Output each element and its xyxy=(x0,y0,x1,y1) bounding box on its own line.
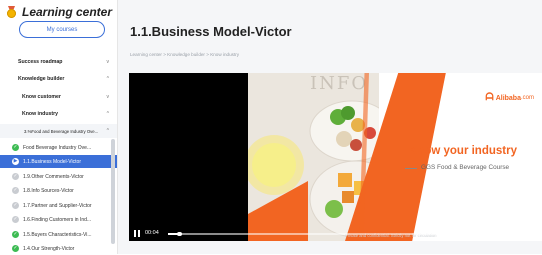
video-subheadline: GGS Food & Beverage Course xyxy=(421,164,510,171)
video-player[interactable]: INFO ᗩ Alibaba .com Know your industry G… xyxy=(129,73,542,241)
alibaba-icon: ᗩ xyxy=(485,92,494,103)
logo[interactable]: Learning center xyxy=(6,3,112,21)
lesson-item[interactable]: ✓ 1.4.Our Strength-Victor xyxy=(0,242,117,255)
nav-label: Know customer xyxy=(22,93,61,100)
check-icon: ✓ xyxy=(12,231,19,238)
nav-knowledge-builder[interactable]: Knowledge builder ^ xyxy=(0,72,117,85)
lesson-label: Food Beverage Industry Ove... xyxy=(23,144,92,151)
lesson-label: 1.8.Info Sources-Victor xyxy=(23,187,74,194)
nav-label: Success roadmap xyxy=(18,58,63,65)
page-title: 1.1.Business Model-Victor xyxy=(130,24,292,39)
check-icon: ✓ xyxy=(12,173,19,180)
nav-know-industry[interactable]: Know industry ^ xyxy=(0,107,117,120)
lesson-item[interactable]: ✓ 1.5.Buyers Characteristics-Vi... xyxy=(0,228,117,241)
lesson-item[interactable]: ✓ 1.6.Finding Customers in Ind... xyxy=(0,213,117,226)
lesson-item[interactable]: ✓ 1.7.Partner and Supplier-Victor xyxy=(0,199,117,212)
nav-label: 3.%Food and Beverage Industry Ove... xyxy=(24,128,99,134)
lesson-item[interactable]: ✓ Food Beverage Industry Ove... xyxy=(0,141,117,154)
pause-icon[interactable] xyxy=(134,230,140,237)
divider xyxy=(405,168,417,169)
play-icon: ▶ xyxy=(12,158,19,165)
medal-icon xyxy=(6,6,17,18)
alibaba-logo: ᗩ Alibaba .com xyxy=(485,93,534,103)
check-icon: ✓ xyxy=(12,245,19,252)
lesson-label: 1.5.Buyers Characteristics-Vi... xyxy=(23,231,92,238)
nav-know-customer[interactable]: Know customer v xyxy=(0,90,117,103)
logo-text: Learning center xyxy=(22,5,113,19)
lesson-label: 1.1.Business Model-Victor xyxy=(23,158,81,165)
nav-success-roadmap[interactable]: Success roadmap v xyxy=(0,55,117,68)
lesson-label: 1.4.Our Strength-Victor xyxy=(23,245,75,252)
my-courses-button[interactable]: My courses xyxy=(19,21,105,38)
main-content: 1.1.Business Model-Victor Learning cente… xyxy=(118,0,542,254)
nav-course-group[interactable]: 3.%Food and Beverage Industry Ove... ^ xyxy=(0,124,117,138)
sidebar-scrollbar[interactable] xyxy=(111,139,115,244)
nav-label: Knowledge builder xyxy=(18,75,65,82)
check-icon: ✓ xyxy=(12,202,19,209)
time-display: 00:04 xyxy=(145,230,159,236)
lesson-label: 1.6.Finding Customers in Ind... xyxy=(23,216,92,223)
check-icon: ✓ xyxy=(12,144,19,151)
lesson-item[interactable]: ✓ 1.9.Other Comments-Victor xyxy=(0,170,117,183)
sidebar: Learning center My courses Success roadm… xyxy=(0,0,118,254)
chevron-down-icon: v xyxy=(106,93,110,100)
video-controls: 00:04 xyxy=(129,227,542,241)
lesson-label: 1.9.Other Comments-Victor xyxy=(23,173,84,180)
brand-suffix: .com xyxy=(520,95,534,101)
progress-knob[interactable] xyxy=(177,231,182,236)
video-headline: Know your industry xyxy=(409,145,517,157)
nav-label: Know industry xyxy=(22,110,59,117)
brand-name: Alibaba xyxy=(495,94,521,102)
check-icon: ✓ xyxy=(12,187,19,194)
lesson-label: 1.7.Partner and Supplier-Victor xyxy=(23,202,92,209)
chevron-up-icon: ^ xyxy=(106,75,109,82)
svg-text:INFO: INFO xyxy=(310,73,368,94)
chevron-up-icon: ^ xyxy=(106,110,109,117)
progress-track[interactable] xyxy=(168,231,538,236)
check-icon: ✓ xyxy=(12,216,19,223)
lesson-item-active[interactable]: ▶ 1.1.Business Model-Victor xyxy=(0,155,117,168)
chevron-up-icon: ^ xyxy=(106,128,109,134)
breadcrumb[interactable]: Learning center > Knowledge builder > Kn… xyxy=(130,52,239,57)
chevron-down-icon: v xyxy=(106,58,110,65)
lesson-item[interactable]: ✓ 1.8.Info Sources-Victor xyxy=(0,184,117,197)
